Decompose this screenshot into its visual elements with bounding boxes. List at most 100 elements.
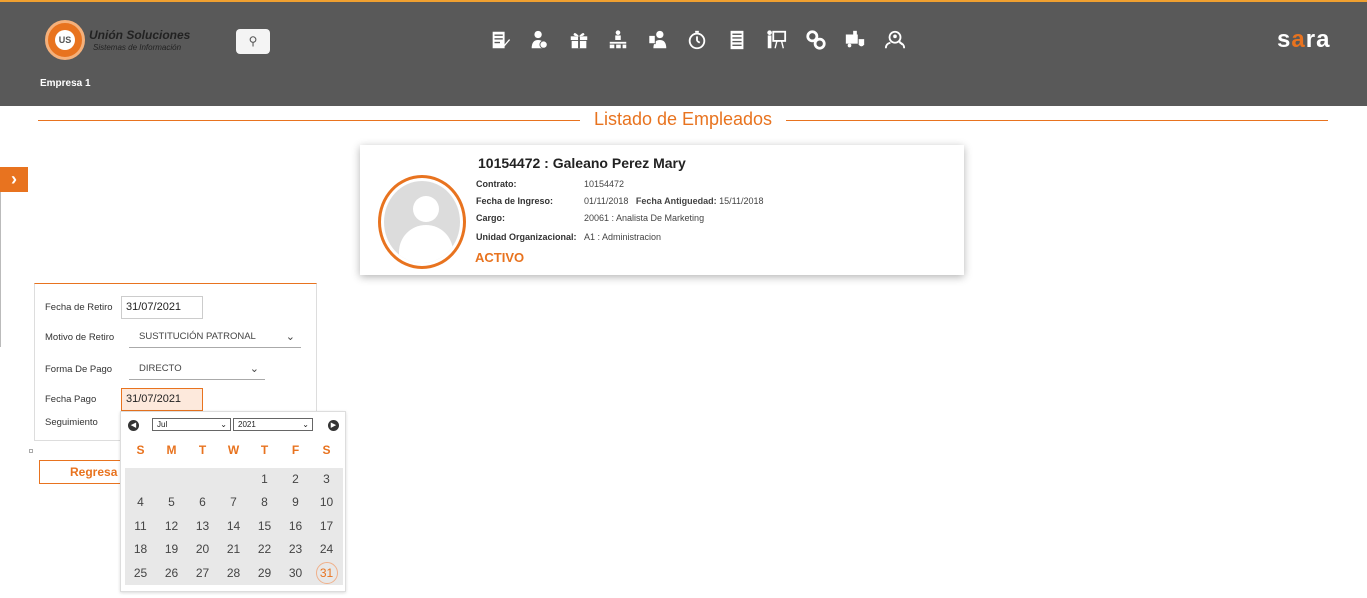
document-list-icon[interactable] bbox=[717, 26, 757, 54]
motivo-retiro-label: Motivo de Retiro bbox=[45, 332, 115, 343]
company-logo[interactable]: US Unión Soluciones Sistemas de Informac… bbox=[45, 20, 205, 60]
company-name: Empresa 1 bbox=[40, 78, 91, 89]
avatar bbox=[378, 175, 466, 269]
sidebar-edge bbox=[0, 192, 1, 347]
search-button[interactable]: ⚲ bbox=[236, 29, 270, 54]
month-select[interactable]: Jul ⌄ bbox=[152, 418, 231, 431]
next-month-button[interactable]: ▶ bbox=[328, 420, 339, 431]
status-badge: ACTIVO bbox=[475, 250, 525, 265]
truck-shield-icon[interactable] bbox=[836, 26, 876, 54]
calendar-day[interactable]: 12 bbox=[156, 515, 187, 538]
user-money-icon[interactable] bbox=[520, 26, 560, 54]
main-nav bbox=[480, 26, 915, 56]
calendar-day[interactable]: 31 bbox=[311, 561, 342, 585]
calendar-day[interactable]: 19 bbox=[156, 538, 187, 561]
avatar-placeholder-icon bbox=[384, 181, 460, 263]
logo-badge-text: US bbox=[55, 30, 75, 50]
calendar-day[interactable]: 11 bbox=[125, 515, 156, 538]
calendar-empty-cell bbox=[156, 468, 187, 491]
calendar-empty-cell bbox=[218, 468, 249, 491]
calendar-day[interactable]: 1 bbox=[249, 468, 280, 491]
contrato-label: Contrato: bbox=[476, 179, 517, 189]
antiguedad-label: Fecha Antiguedad: bbox=[635, 196, 717, 206]
ingreso-label: Fecha de Ingreso: bbox=[476, 196, 554, 206]
forma-pago-value: DIRECTO bbox=[139, 363, 182, 374]
fecha-retiro-input[interactable]: 31/07/2021 bbox=[121, 296, 203, 319]
logo-subtitle: Sistemas de Información bbox=[93, 43, 182, 52]
page-title: Listado de Empleados bbox=[593, 109, 773, 129]
prev-month-button[interactable]: ◀ bbox=[128, 420, 139, 431]
weekday-header: SMTWTFS bbox=[125, 443, 343, 457]
chevron-down-icon: ⌄ bbox=[285, 331, 295, 343]
calendar-day[interactable]: 17 bbox=[311, 515, 342, 538]
calendar-day[interactable]: 5 bbox=[156, 491, 187, 514]
employee-name: 10154472 : Galeano Perez Mary bbox=[478, 155, 686, 171]
motivo-retiro-value: SUSTITUCIÓN PATRONAL bbox=[139, 331, 256, 342]
calendar-day[interactable]: 10 bbox=[311, 491, 342, 514]
calendar-day[interactable]: 28 bbox=[218, 562, 249, 585]
calendar-day[interactable]: 26 bbox=[156, 562, 187, 585]
weekday-label: T bbox=[260, 443, 269, 457]
calendar-day[interactable]: 7 bbox=[218, 491, 249, 514]
forma-pago-label: Forma De Pago bbox=[45, 364, 113, 375]
sidebar-toggle-button[interactable]: › bbox=[0, 167, 28, 192]
gears-icon[interactable] bbox=[796, 26, 836, 54]
org-chart-icon[interactable] bbox=[599, 26, 639, 54]
chevron-right-icon: › bbox=[11, 169, 17, 189]
calendar-day[interactable]: 23 bbox=[280, 538, 311, 561]
form-edit-icon[interactable] bbox=[480, 26, 520, 54]
year-value: 2021 bbox=[238, 420, 256, 429]
fecha-pago-input[interactable]: 31/07/2021 bbox=[121, 388, 203, 411]
checkbox-marker bbox=[29, 449, 33, 453]
calendar-empty-cell bbox=[187, 468, 218, 491]
page-title-row: Listado de Empleados bbox=[38, 108, 1328, 132]
calendar-day[interactable]: 6 bbox=[187, 491, 218, 514]
chevron-down-icon: ⌄ bbox=[249, 363, 259, 375]
calendar-day[interactable]: 14 bbox=[218, 515, 249, 538]
weekday-label: F bbox=[291, 443, 300, 457]
calendar-day[interactable]: 22 bbox=[249, 538, 280, 561]
employee-id-icon[interactable] bbox=[638, 26, 678, 54]
calendar-day[interactable]: 18 bbox=[125, 538, 156, 561]
forma-pago-select[interactable]: DIRECTO ⌄ bbox=[129, 360, 265, 380]
weekday-label: W bbox=[227, 443, 240, 457]
weekday-label: S bbox=[322, 443, 331, 457]
calendar-day[interactable]: 15 bbox=[249, 515, 280, 538]
calendar-day[interactable]: 24 bbox=[311, 538, 342, 561]
calendar-day[interactable]: 9 bbox=[280, 491, 311, 514]
calendar-day[interactable]: 3 bbox=[311, 468, 342, 491]
employee-card: 10154472 : Galeano Perez Mary Contrato: … bbox=[360, 145, 964, 275]
antiguedad-value: 15/11/2018 bbox=[719, 196, 764, 206]
motivo-retiro-select[interactable]: SUSTITUCIÓN PATRONAL ⌄ bbox=[129, 328, 301, 348]
chevron-down-icon: ⌄ bbox=[220, 420, 227, 429]
calendar-day[interactable]: 21 bbox=[218, 538, 249, 561]
chevron-down-icon: ⌄ bbox=[302, 420, 309, 429]
presentation-icon[interactable] bbox=[757, 26, 797, 54]
search-icon: ⚲ bbox=[248, 34, 258, 48]
timer-icon[interactable] bbox=[678, 26, 718, 54]
cargo-label: Cargo: bbox=[476, 213, 505, 223]
calendar-day[interactable]: 8 bbox=[249, 491, 280, 514]
weekday-label: S bbox=[136, 443, 145, 457]
calendar-day[interactable]: 25 bbox=[125, 562, 156, 585]
calendar-empty-cell bbox=[125, 468, 156, 491]
calendar-day[interactable]: 30 bbox=[280, 562, 311, 585]
weekday-label: M bbox=[166, 443, 177, 457]
title-divider-left bbox=[38, 120, 580, 121]
regresar-button[interactable]: Regresa bbox=[39, 460, 129, 484]
calendar-day[interactable]: 13 bbox=[187, 515, 218, 538]
calendar-day[interactable]: 20 bbox=[187, 538, 218, 561]
user-search-icon[interactable] bbox=[875, 26, 915, 54]
contrato-value: 10154472 bbox=[584, 179, 625, 189]
fecha-pago-label: Fecha Pago bbox=[45, 394, 97, 405]
month-value: Jul bbox=[157, 420, 168, 429]
calendar-day[interactable]: 16 bbox=[280, 515, 311, 538]
calendar-day[interactable]: 27 bbox=[187, 562, 218, 585]
year-select[interactable]: 2021 ⌄ bbox=[233, 418, 313, 431]
calendar-day[interactable]: 29 bbox=[249, 562, 280, 585]
unidad-value: A1 : Administracion bbox=[584, 232, 662, 242]
calendar-day[interactable]: 4 bbox=[125, 491, 156, 514]
gift-icon[interactable] bbox=[559, 26, 599, 54]
ingreso-value: 01/11/2018 Fecha Antiguedad: 15/11/2018 bbox=[584, 196, 764, 206]
calendar-day[interactable]: 2 bbox=[280, 468, 311, 491]
